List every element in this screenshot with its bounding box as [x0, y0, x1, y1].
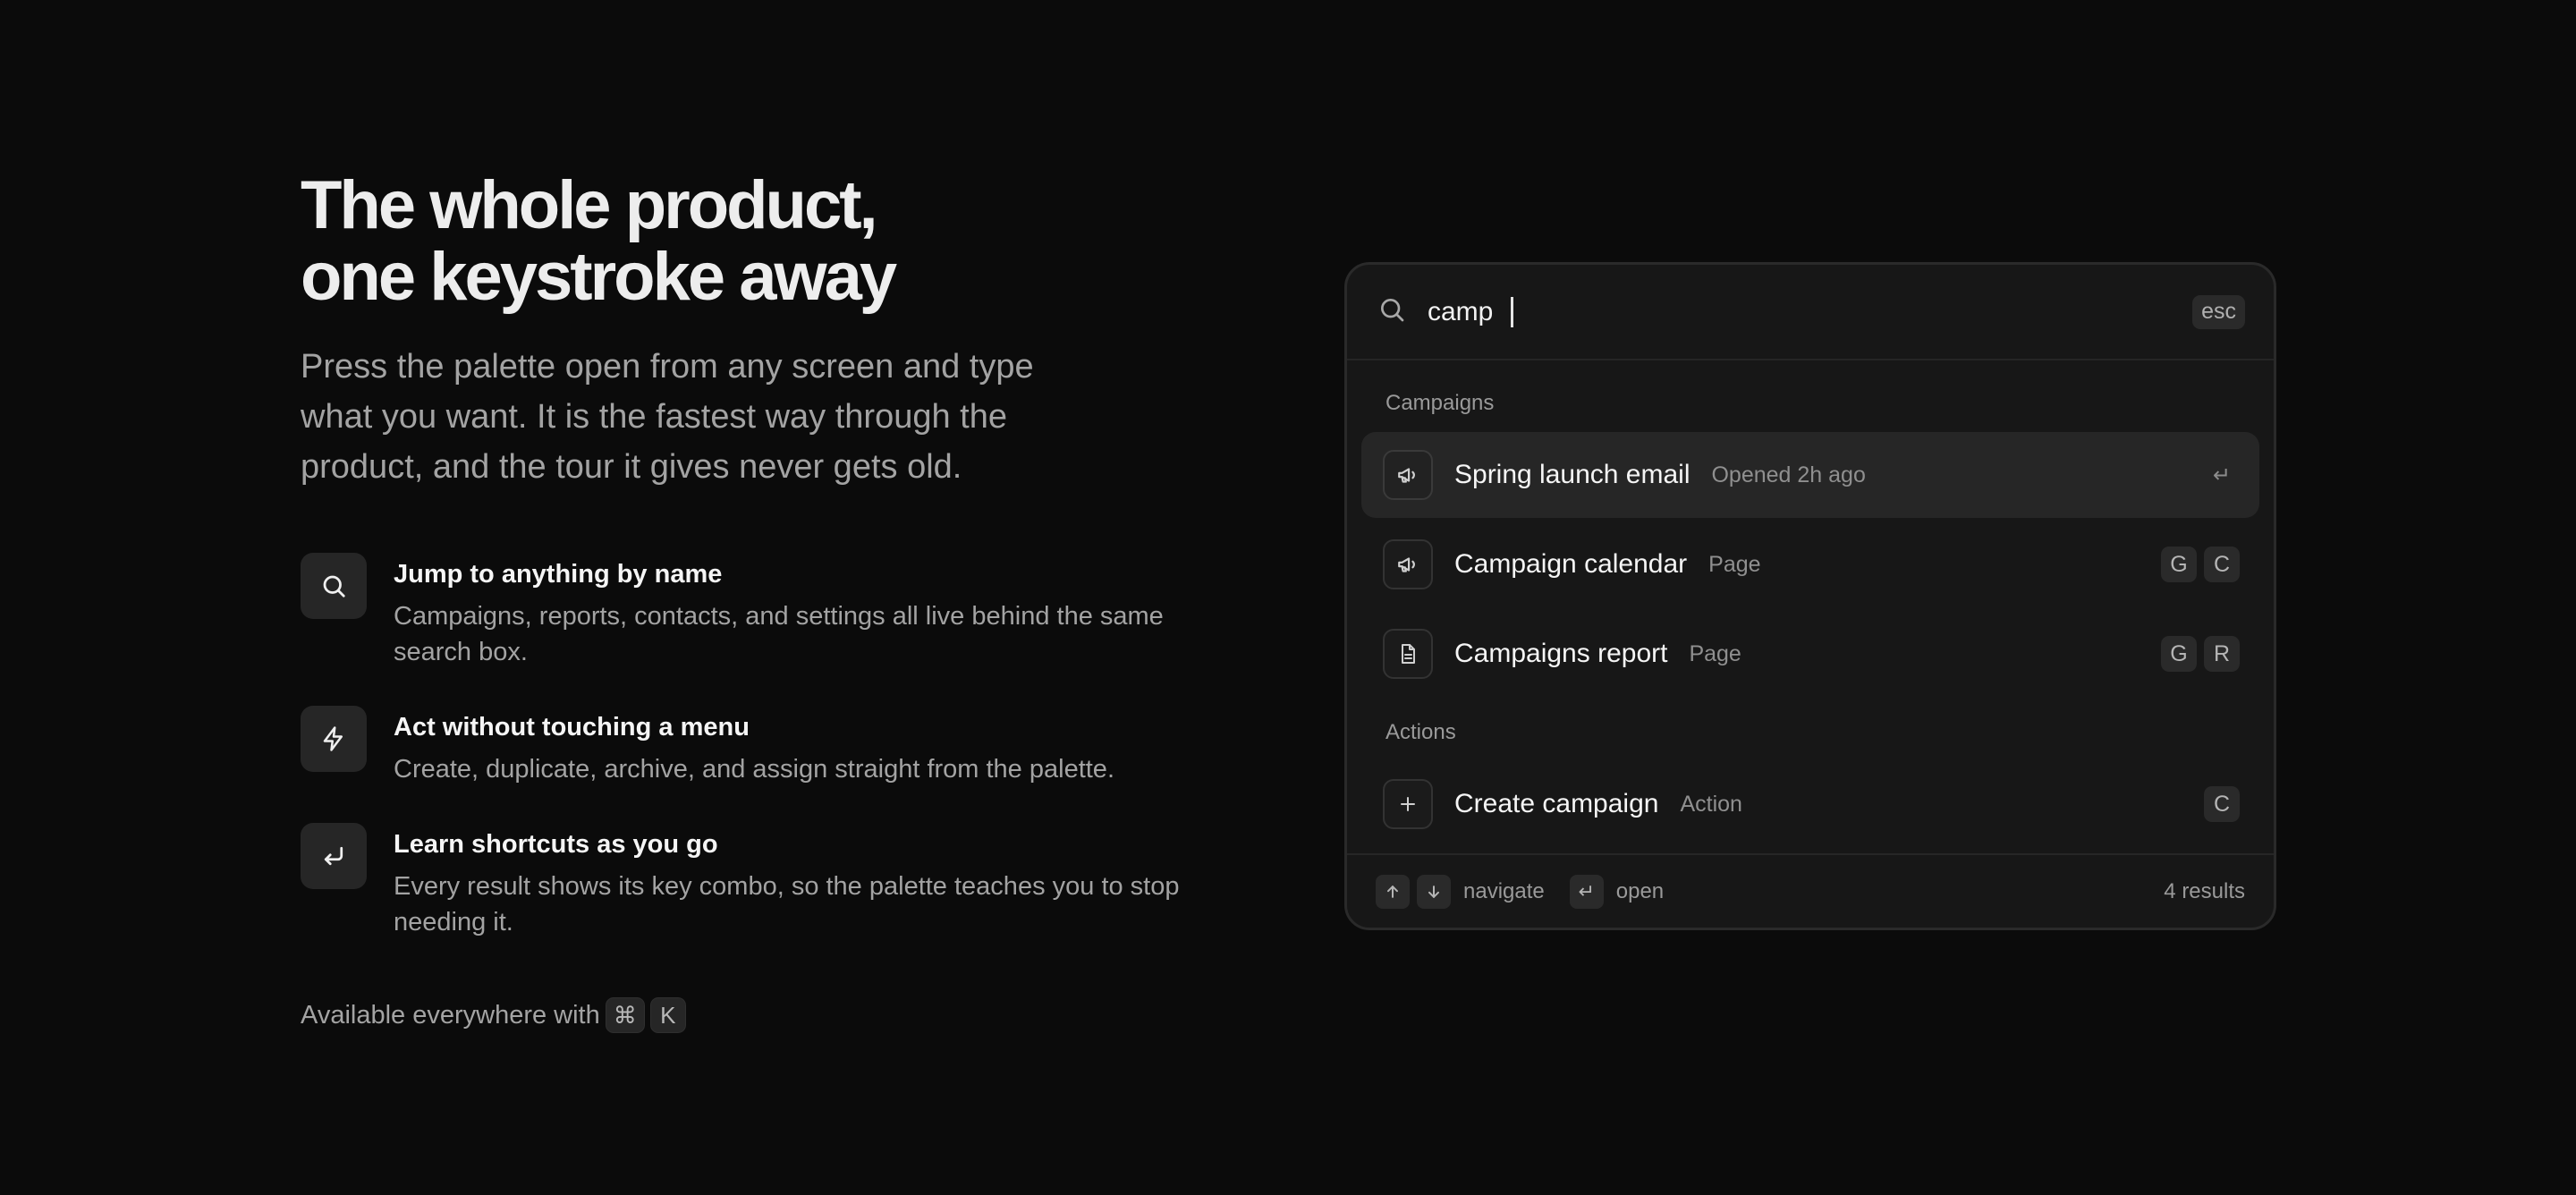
shortcut-key: R	[2204, 636, 2240, 672]
search-query: camp	[1428, 296, 1494, 326]
group-label-campaigns: Campaigns	[1385, 391, 1495, 415]
shortcut-key: G	[2161, 547, 2197, 582]
feature-description: Create, duplicate, archive, and assign s…	[394, 755, 1114, 784]
title-line-1: The whole product,	[301, 167, 878, 243]
result-title: Create campaign	[1454, 789, 1659, 818]
shortcut-key: G	[2161, 636, 2197, 672]
result-shortcut: G R	[2161, 636, 2240, 672]
title-line-2: one keystroke away	[301, 239, 897, 315]
shortcut-key: C	[2204, 786, 2240, 822]
result-list: Spring launch email Opened 2h ago ↵ Camp…	[1347, 432, 2274, 697]
arrow-down-icon	[1417, 874, 1451, 909]
feature-item: Act without touching a menu Create, dupl…	[301, 706, 1240, 787]
results-count: 4 results	[2164, 878, 2245, 903]
shortcut-key: C	[2204, 547, 2240, 582]
result-meta: Opened 2h ago	[1711, 462, 1866, 487]
megaphone-icon	[1383, 539, 1433, 589]
feature-description: Campaigns, reports, contacts, and settin…	[394, 602, 1164, 666]
document-icon	[1383, 629, 1433, 679]
lead-paragraph: Press the palette open from any screen a…	[301, 348, 1034, 486]
text-caret	[1511, 296, 1514, 327]
result-shortcut: G C	[2161, 547, 2240, 582]
group-label-actions: Actions	[1385, 720, 1456, 744]
search-icon	[301, 553, 367, 619]
feature-item: Learn shortcuts as you go Every result s…	[301, 823, 1240, 940]
enter-key: ↵	[2212, 462, 2232, 487]
open-hint: open	[1615, 878, 1665, 903]
megaphone-icon	[1383, 450, 1433, 500]
result-shortcut: ↵	[2204, 457, 2240, 493]
palette-footer: navigate ↵ open 4 results	[1347, 853, 2274, 928]
feature-list: Jump to anything by name Campaigns, repo…	[301, 553, 1240, 940]
action-list: Create campaign Action C	[1347, 761, 2274, 847]
enter-key-hint: ↵	[1569, 874, 1604, 909]
feature-title: Jump to anything by name	[394, 560, 723, 589]
result-meta: Page	[1689, 640, 1741, 666]
result-meta: Page	[1708, 551, 1761, 577]
search-input[interactable]: camp	[1428, 296, 1514, 327]
lightning-icon	[301, 706, 367, 772]
result-title: Campaign calendar	[1454, 549, 1688, 579]
result-campaigns-report[interactable]: Campaigns report Page G R	[1361, 611, 2259, 697]
palette-search-bar[interactable]: camp esc	[1347, 265, 2274, 360]
feature-description: Every result shows its key combo, so the…	[394, 872, 1180, 937]
arrow-up-icon	[1376, 874, 1410, 909]
navigate-hint: navigate	[1463, 878, 1545, 903]
command-palette: camp esc Campaigns Spring launch email O…	[1344, 262, 2276, 930]
result-create-campaign[interactable]: Create campaign Action C	[1361, 761, 2259, 847]
result-meta: Action	[1680, 791, 1742, 817]
feature-title: Learn shortcuts as you go	[394, 830, 718, 859]
result-shortcut: C	[2204, 786, 2240, 822]
page-title: The whole product, one keystroke away	[301, 170, 1240, 313]
availability-note: Available everywhere with ⌘ K	[301, 997, 1240, 1033]
availability-text: Available everywhere with	[301, 1000, 600, 1030]
result-title: Campaigns report	[1454, 639, 1668, 668]
search-icon	[1377, 295, 1406, 328]
hero-section: The whole product, one keystroke away Pr…	[301, 170, 1240, 1033]
result-campaign-calendar[interactable]: Campaign calendar Page G C	[1361, 521, 2259, 607]
feature-title: Act without touching a menu	[394, 713, 750, 742]
result-title: Spring launch email	[1454, 460, 1690, 489]
enter-icon	[301, 823, 367, 889]
plus-icon	[1383, 779, 1433, 829]
esc-key-badge[interactable]: esc	[2192, 294, 2245, 329]
cmd-key-badge: ⌘	[605, 997, 645, 1033]
k-key-badge: K	[649, 997, 686, 1033]
feature-item: Jump to anything by name Campaigns, repo…	[301, 553, 1240, 670]
result-spring-launch-email[interactable]: Spring launch email Opened 2h ago ↵	[1361, 432, 2259, 518]
